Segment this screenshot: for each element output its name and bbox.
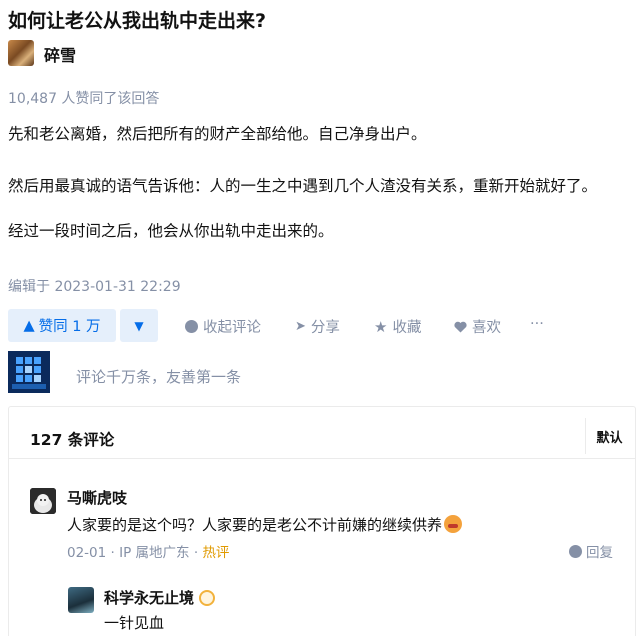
collapse-comments-label: 收起评论 — [203, 320, 261, 336]
divider — [9, 458, 635, 459]
likes-count: 10,487 人赞同了该回答 — [8, 91, 160, 107]
more-dots-icon: ··· — [530, 316, 544, 332]
share-label: 分享 — [310, 320, 340, 336]
answer-paragraph: 经过一段时间之后，他会从你出轨中走出来的。 — [8, 222, 334, 240]
vote-up-label: 赞同 1 万 — [38, 319, 101, 335]
reply-button[interactable]: 回复 — [569, 541, 613, 561]
edited-timestamp: 编辑于 2023-01-31 22:29 — [8, 279, 181, 295]
like-button[interactable]: 喜欢 — [454, 316, 501, 337]
comment-bubble-icon — [185, 320, 198, 333]
heart-icon — [454, 321, 467, 333]
reply-text: 一针见血 — [104, 614, 165, 632]
star-icon: ★ — [374, 317, 388, 336]
question-title[interactable]: 如何让老公从我出轨中走出来? — [8, 6, 266, 33]
vote-down-button[interactable]: ▼ — [120, 309, 158, 342]
more-button[interactable]: ··· — [530, 316, 544, 332]
answer-paragraph: 先和老公离婚，然后把所有的财产全部给他。自己净身出户。 — [8, 125, 427, 143]
replier-name: 科学永无止境 — [104, 589, 195, 607]
share-button[interactable]: ➤ 分享 — [295, 316, 340, 337]
replier-name-row[interactable]: 科学永无止境 — [104, 587, 216, 608]
favorite-button[interactable]: ★ 收藏 — [374, 316, 421, 337]
commenter-avatar[interactable] — [30, 488, 56, 514]
angry-face-icon — [444, 515, 463, 533]
sort-button[interactable]: 默认 — [585, 418, 633, 454]
author-avatar[interactable] — [8, 40, 34, 66]
commenter-name[interactable]: 马嘶虎吱 — [67, 487, 127, 508]
comment-date: 02-01 — [67, 545, 107, 561]
comment-bubble-icon — [569, 544, 582, 558]
current-user-avatar — [8, 351, 50, 393]
cube-grid-icon — [8, 351, 50, 393]
author-badge-icon — [199, 589, 216, 606]
comment-input[interactable]: 评论千万条，友善第一条 — [76, 366, 241, 387]
cat-icon — [30, 488, 56, 514]
comment-meta: 02-01 · IP 属地广东 · 热评 — [67, 545, 230, 561]
like-label: 喜欢 — [472, 320, 501, 336]
author-name[interactable]: 碎雪 — [44, 42, 76, 66]
hot-badge: 热评 — [202, 545, 230, 561]
comment-text: 人家要的是这个吗？人家要的是老公不计前嫌的继续供养 — [67, 514, 463, 535]
triangle-up-icon: ▲ — [23, 317, 35, 334]
vote-up-button[interactable]: ▲ 赞同 1 万 — [8, 309, 116, 342]
answer-paragraph: 然后用最真诚的语气告诉他：人的一生之中遇到几个人渣没有关系，重新开始就好了。 — [8, 177, 598, 195]
triangle-down-icon: ▼ — [134, 318, 144, 333]
paper-plane-icon: ➤ — [295, 319, 306, 334]
collapse-comments-button[interactable]: 收起评论 — [185, 316, 261, 337]
comment-count: 127 条评论 — [30, 431, 115, 449]
reply-label: 回复 — [586, 545, 613, 561]
replier-avatar[interactable] — [68, 587, 94, 613]
favorite-label: 收藏 — [392, 320, 422, 336]
comment-ip: IP 属地广东 — [119, 545, 190, 561]
